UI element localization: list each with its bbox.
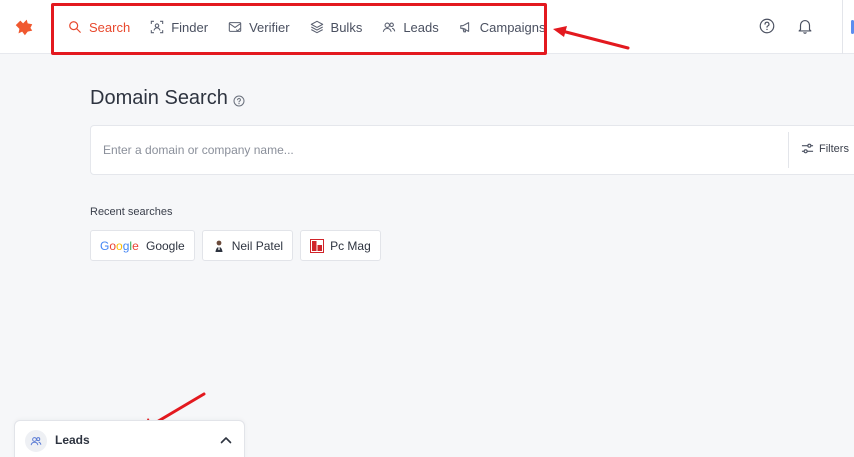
app-logo[interactable] [13,16,35,38]
recent-search-pc-mag[interactable]: Pc Mag [300,230,381,261]
top-navbar: Search Finder Verifier Bulks Leads Campa… [0,0,854,55]
domain-search-bar: Filters [90,125,854,175]
domain-search-input[interactable] [103,140,763,160]
recent-search-google[interactable]: Google Google [90,230,195,261]
chip-label: Pc Mag [330,238,371,253]
pcmag-logo-icon [310,238,325,253]
neil-patel-avatar-icon [212,239,226,253]
sliders-icon [801,143,814,154]
filters-divider [788,132,789,168]
recent-searches-list: Google Google Neil Patel Pc Mag [90,230,388,261]
chevron-up-icon[interactable] [219,433,233,447]
annotation-highlight-box [51,3,547,55]
page-title-text: Domain Search [90,87,228,109]
svg-text:Google: Google [100,239,139,253]
chip-label: Neil Patel [231,238,284,253]
help-icon[interactable] [758,17,778,37]
filters-label: Filters [819,142,849,155]
topbar-actions [758,0,854,54]
chip-label: Google [146,238,185,253]
bell-icon[interactable] [796,17,816,37]
help-icon[interactable] [233,95,245,107]
google-logo-icon: Google [100,239,140,253]
leads-panel[interactable]: Leads [14,420,245,457]
annotation-arrow-top [553,26,630,50]
leads-panel-label: Leads [55,433,90,447]
recent-search-neil-patel[interactable]: Neil Patel [201,230,294,261]
recent-searches-label: Recent searches [90,206,173,218]
topbar-divider [842,0,843,54]
page-title: Domain Search [90,87,245,110]
leads-icon [25,430,47,452]
filters-button[interactable]: Filters [801,142,849,155]
